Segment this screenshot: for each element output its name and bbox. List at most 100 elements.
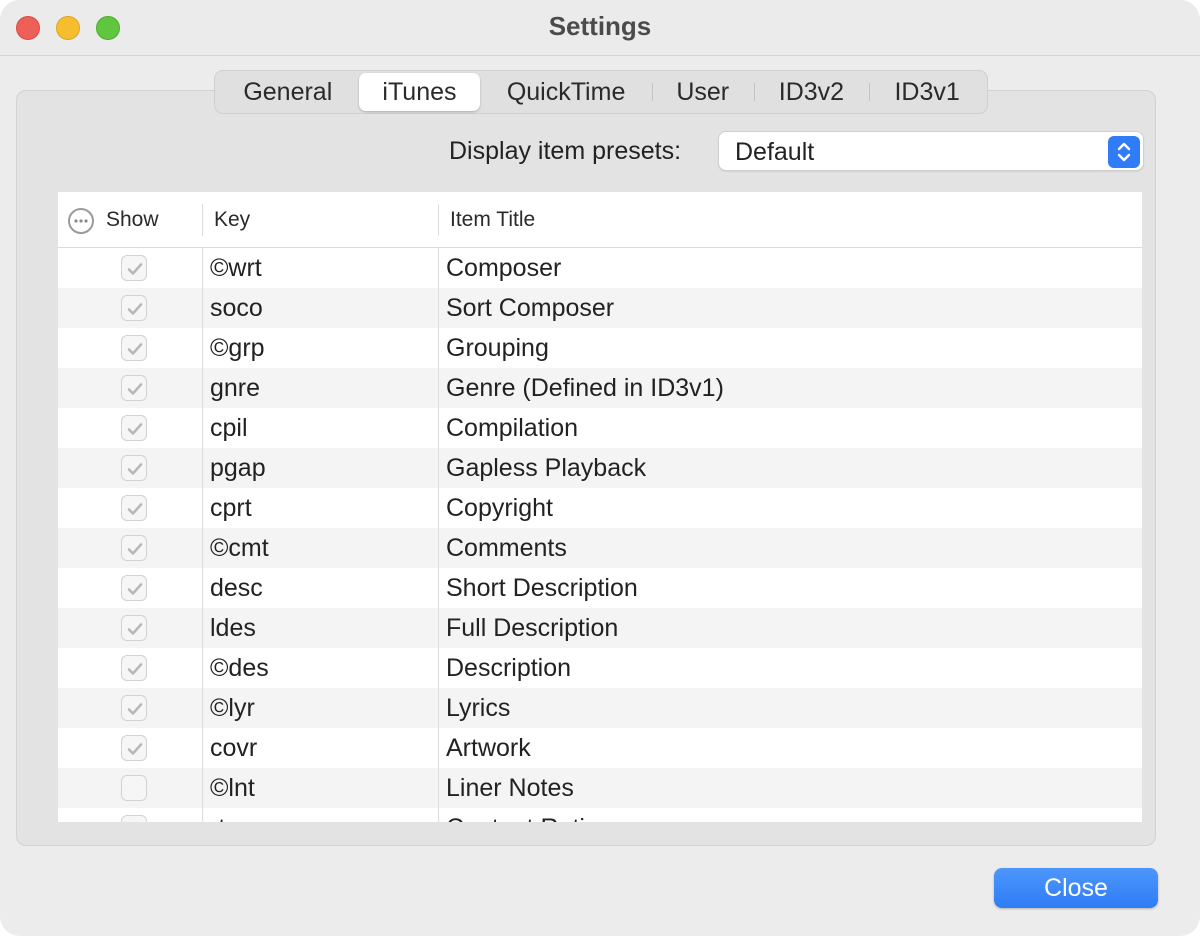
- item-title-cell: Artwork: [446, 734, 531, 762]
- show-checkbox[interactable]: [121, 815, 147, 822]
- show-checkbox[interactable]: [121, 415, 147, 441]
- item-title-cell: Liner Notes: [446, 774, 574, 802]
- column-divider: [202, 648, 203, 688]
- show-checkbox[interactable]: [121, 335, 147, 361]
- table-row[interactable]: ©lyr Lyrics: [58, 688, 1142, 728]
- table-row[interactable]: gnre Genre (Defined in ID3v1): [58, 368, 1142, 408]
- item-title-cell: Grouping: [446, 334, 549, 362]
- table-body: ©wrt Composer soco Sort Composer ©grp Groupin…: [58, 248, 1142, 822]
- checkmark-icon: [127, 343, 143, 355]
- show-checkbox[interactable]: [121, 575, 147, 601]
- column-divider: [202, 768, 203, 808]
- settings-window: Settings General iTunes QuickTime User I…: [0, 0, 1200, 936]
- table-row[interactable]: desc Short Description: [58, 568, 1142, 608]
- show-checkbox[interactable]: [121, 455, 147, 481]
- item-title-cell: Description: [446, 654, 572, 682]
- table-row[interactable]: ©grp Grouping: [58, 328, 1142, 368]
- column-divider: [202, 688, 203, 728]
- close-button[interactable]: Close: [994, 868, 1158, 908]
- column-divider: [202, 368, 203, 408]
- column-divider: [202, 728, 203, 768]
- checkmark-icon: [122, 816, 148, 822]
- checkmark-icon: [127, 543, 143, 555]
- table-row[interactable]: ©wrt Composer: [58, 248, 1142, 288]
- checkmark-icon: [127, 583, 143, 595]
- column-divider: [202, 568, 203, 608]
- key-cell: covr: [210, 734, 258, 762]
- column-divider: [438, 288, 439, 328]
- key-cell: pgap: [210, 454, 266, 482]
- checkmark-icon: [127, 263, 143, 275]
- key-cell: ©grp: [210, 334, 265, 362]
- show-checkbox[interactable]: [121, 655, 147, 681]
- column-divider: [438, 688, 439, 728]
- key-cell: ©lnt: [210, 774, 255, 802]
- column-divider: [202, 808, 203, 822]
- checkmark-icon: [127, 423, 143, 435]
- table-row[interactable]: ©lnt Liner Notes: [58, 768, 1142, 808]
- column-divider: [202, 528, 203, 568]
- column-divider: [438, 448, 439, 488]
- key-cell: gnre: [210, 374, 261, 402]
- show-checkbox[interactable]: [121, 295, 147, 321]
- column-divider: [202, 248, 203, 288]
- key-cell: rtng: [210, 814, 253, 822]
- column-header-show[interactable]: Show: [106, 208, 159, 232]
- table-row[interactable]: soco Sort Composer: [58, 288, 1142, 328]
- item-title-cell: Short Description: [446, 574, 638, 602]
- column-divider[interactable]: [438, 204, 439, 236]
- checkmark-icon: [127, 663, 143, 675]
- tab-itunes[interactable]: iTunes: [358, 73, 481, 111]
- checkmark-icon: [127, 743, 143, 755]
- checkmark-icon: [127, 463, 143, 475]
- table-row[interactable]: covr Artwork: [58, 728, 1142, 768]
- tab-user[interactable]: User: [651, 73, 754, 111]
- tab-id3v2[interactable]: ID3v2: [753, 73, 870, 111]
- show-checkbox[interactable]: [121, 535, 147, 561]
- tab-id3v1[interactable]: ID3v1: [869, 73, 985, 111]
- checkmark-icon: [127, 503, 143, 515]
- key-cell: cpil: [210, 414, 248, 442]
- table-row[interactable]: rtng Content Rating: [58, 808, 1142, 822]
- item-title-cell: Composer: [446, 254, 562, 282]
- presets-select[interactable]: Default: [718, 131, 1144, 171]
- item-title-cell: Genre (Defined in ID3v1): [446, 374, 724, 402]
- show-checkbox[interactable]: [121, 255, 147, 281]
- show-checkbox[interactable]: [121, 695, 147, 721]
- tab-bar: General iTunes QuickTime User ID3v2 ID3v…: [214, 70, 988, 114]
- show-checkbox[interactable]: [121, 615, 147, 641]
- show-checkbox[interactable]: [121, 735, 147, 761]
- column-divider[interactable]: [202, 204, 203, 236]
- table-row[interactable]: cprt Copyright: [58, 488, 1142, 528]
- checkmark-icon: [127, 303, 143, 315]
- table-header: Show Key Item Title: [58, 192, 1142, 248]
- table-row[interactable]: pgap Gapless Playback: [58, 448, 1142, 488]
- title-bar: Settings: [0, 0, 1200, 56]
- key-cell: soco: [210, 294, 263, 322]
- tab-quicktime[interactable]: QuickTime: [480, 73, 652, 111]
- show-checkbox[interactable]: [121, 375, 147, 401]
- more-options-icon[interactable]: [68, 208, 94, 234]
- tab-general[interactable]: General: [217, 73, 359, 111]
- table-row[interactable]: ©des Description: [58, 648, 1142, 688]
- key-cell: ldes: [210, 614, 256, 642]
- checkmark-icon: [127, 383, 143, 395]
- show-checkbox[interactable]: [121, 775, 147, 801]
- column-header-key[interactable]: Key: [214, 208, 250, 232]
- item-title-cell: Full Description: [446, 614, 619, 642]
- column-divider: [438, 568, 439, 608]
- column-header-item-title[interactable]: Item Title: [450, 208, 535, 232]
- window-title: Settings: [548, 11, 652, 41]
- column-divider: [438, 368, 439, 408]
- table-row[interactable]: cpil Compilation: [58, 408, 1142, 448]
- item-title-cell: Gapless Playback: [446, 454, 647, 482]
- column-divider: [438, 528, 439, 568]
- item-title-cell: Comments: [446, 534, 567, 562]
- key-cell: desc: [210, 574, 263, 602]
- item-title-cell: Content Rating: [446, 814, 613, 822]
- table-row[interactable]: ldes Full Description: [58, 608, 1142, 648]
- column-divider: [438, 488, 439, 528]
- show-checkbox[interactable]: [121, 495, 147, 521]
- key-cell: ©lyr: [210, 694, 255, 722]
- table-row[interactable]: ©cmt Comments: [58, 528, 1142, 568]
